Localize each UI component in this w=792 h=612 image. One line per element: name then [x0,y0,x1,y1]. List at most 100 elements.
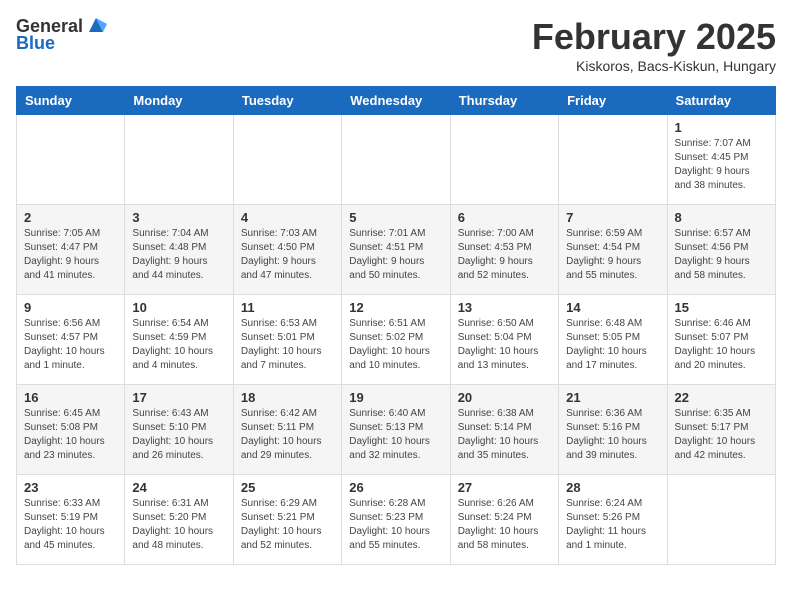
day-number: 12 [349,300,442,315]
day-info: Sunrise: 6:50 AM Sunset: 5:04 PM Dayligh… [458,317,551,373]
column-header-sunday: Sunday [17,87,125,115]
day-number: 18 [241,390,334,405]
day-info: Sunrise: 7:07 AM Sunset: 4:45 PM Dayligh… [675,137,768,193]
calendar-week-row: 16 Sunrise: 6:45 AM Sunset: 5:08 PM Dayli… [17,385,776,475]
day-number: 2 [24,210,117,225]
column-header-monday: Monday [125,87,233,115]
calendar-cell [559,115,667,205]
day-number: 10 [132,300,225,315]
column-header-friday: Friday [559,87,667,115]
day-info: Sunrise: 6:51 AM Sunset: 5:02 PM Dayligh… [349,317,442,373]
day-number: 19 [349,390,442,405]
page-header: General Blue February 2025 Kiskoros, Bac… [16,16,776,74]
day-number: 25 [241,480,334,495]
calendar-cell: 19 Sunrise: 6:40 AM Sunset: 5:13 PM Dayli… [342,385,450,475]
calendar-cell: 16 Sunrise: 6:45 AM Sunset: 5:08 PM Dayli… [17,385,125,475]
day-info: Sunrise: 6:54 AM Sunset: 4:59 PM Dayligh… [132,317,225,373]
day-number: 20 [458,390,551,405]
day-number: 26 [349,480,442,495]
day-number: 15 [675,300,768,315]
logo-icon [85,14,107,36]
day-info: Sunrise: 7:05 AM Sunset: 4:47 PM Dayligh… [24,227,117,283]
day-number: 22 [675,390,768,405]
calendar-cell [233,115,341,205]
calendar-cell: 4 Sunrise: 7:03 AM Sunset: 4:50 PM Daylig… [233,205,341,295]
calendar-cell: 14Sunrise: 6:48 AM Sunset: 5:05 PM Dayli… [559,295,667,385]
day-number: 8 [675,210,768,225]
column-header-wednesday: Wednesday [342,87,450,115]
day-info: Sunrise: 6:24 AM Sunset: 5:26 PM Dayligh… [566,497,659,553]
day-info: Sunrise: 7:03 AM Sunset: 4:50 PM Dayligh… [241,227,334,283]
day-info: Sunrise: 6:53 AM Sunset: 5:01 PM Dayligh… [241,317,334,373]
day-info: Sunrise: 6:26 AM Sunset: 5:24 PM Dayligh… [458,497,551,553]
calendar-week-row: 23 Sunrise: 6:33 AM Sunset: 5:19 PM Dayli… [17,475,776,565]
calendar-cell: 11Sunrise: 6:53 AM Sunset: 5:01 PM Dayli… [233,295,341,385]
calendar-cell: 10 Sunrise: 6:54 AM Sunset: 4:59 PM Dayli… [125,295,233,385]
calendar-cell: 17 Sunrise: 6:43 AM Sunset: 5:10 PM Dayli… [125,385,233,475]
calendar-cell: 2 Sunrise: 7:05 AM Sunset: 4:47 PM Daylig… [17,205,125,295]
day-info: Sunrise: 6:35 AM Sunset: 5:17 PM Dayligh… [675,407,768,463]
column-header-saturday: Saturday [667,87,775,115]
calendar-cell: 8 Sunrise: 6:57 AM Sunset: 4:56 PM Daylig… [667,205,775,295]
calendar-subtitle: Kiskoros, Bacs-Kiskun, Hungary [532,58,776,74]
calendar-cell: 24 Sunrise: 6:31 AM Sunset: 5:20 PM Dayli… [125,475,233,565]
day-number: 28 [566,480,659,495]
day-info: Sunrise: 6:33 AM Sunset: 5:19 PM Dayligh… [24,497,117,553]
day-info: Sunrise: 6:59 AM Sunset: 4:54 PM Dayligh… [566,227,659,283]
column-header-thursday: Thursday [450,87,558,115]
day-info: Sunrise: 6:36 AM Sunset: 5:16 PM Dayligh… [566,407,659,463]
calendar-table: SundayMondayTuesdayWednesdayThursdayFrid… [16,86,776,565]
calendar-cell: 5 Sunrise: 7:01 AM Sunset: 4:51 PM Daylig… [342,205,450,295]
logo: General Blue [16,16,107,54]
calendar-cell: 15 Sunrise: 6:46 AM Sunset: 5:07 PM Dayli… [667,295,775,385]
day-info: Sunrise: 6:40 AM Sunset: 5:13 PM Dayligh… [349,407,442,463]
day-number: 6 [458,210,551,225]
calendar-cell: 7Sunrise: 6:59 AM Sunset: 4:54 PM Daylig… [559,205,667,295]
day-info: Sunrise: 7:04 AM Sunset: 4:48 PM Dayligh… [132,227,225,283]
day-info: Sunrise: 6:46 AM Sunset: 5:07 PM Dayligh… [675,317,768,373]
calendar-cell [17,115,125,205]
day-number: 27 [458,480,551,495]
column-header-tuesday: Tuesday [233,87,341,115]
day-number: 24 [132,480,225,495]
calendar-cell: 13 Sunrise: 6:50 AM Sunset: 5:04 PM Dayli… [450,295,558,385]
calendar-cell: 12 Sunrise: 6:51 AM Sunset: 5:02 PM Dayli… [342,295,450,385]
calendar-cell: 3 Sunrise: 7:04 AM Sunset: 4:48 PM Daylig… [125,205,233,295]
calendar-title: February 2025 [532,16,776,58]
calendar-cell: 25 Sunrise: 6:29 AM Sunset: 5:21 PM Dayli… [233,475,341,565]
day-number: 3 [132,210,225,225]
calendar-cell: 1Sunrise: 7:07 AM Sunset: 4:45 PM Daylig… [667,115,775,205]
calendar-cell [450,115,558,205]
day-info: Sunrise: 7:00 AM Sunset: 4:53 PM Dayligh… [458,227,551,283]
day-number: 21 [566,390,659,405]
day-info: Sunrise: 7:01 AM Sunset: 4:51 PM Dayligh… [349,227,442,283]
calendar-week-row: 2 Sunrise: 7:05 AM Sunset: 4:47 PM Daylig… [17,205,776,295]
day-number: 13 [458,300,551,315]
day-number: 5 [349,210,442,225]
day-info: Sunrise: 6:45 AM Sunset: 5:08 PM Dayligh… [24,407,117,463]
day-info: Sunrise: 6:43 AM Sunset: 5:10 PM Dayligh… [132,407,225,463]
title-section: February 2025 Kiskoros, Bacs-Kiskun, Hun… [532,16,776,74]
day-number: 23 [24,480,117,495]
calendar-cell: 23 Sunrise: 6:33 AM Sunset: 5:19 PM Dayli… [17,475,125,565]
calendar-cell: 9 Sunrise: 6:56 AM Sunset: 4:57 PM Daylig… [17,295,125,385]
day-number: 17 [132,390,225,405]
day-number: 16 [24,390,117,405]
day-number: 9 [24,300,117,315]
day-info: Sunrise: 6:29 AM Sunset: 5:21 PM Dayligh… [241,497,334,553]
calendar-cell: 26Sunrise: 6:28 AM Sunset: 5:23 PM Dayli… [342,475,450,565]
day-number: 4 [241,210,334,225]
calendar-week-row: 1Sunrise: 7:07 AM Sunset: 4:45 PM Daylig… [17,115,776,205]
calendar-cell [667,475,775,565]
logo-blue: Blue [16,33,55,54]
calendar-cell: 27 Sunrise: 6:26 AM Sunset: 5:24 PM Dayli… [450,475,558,565]
day-info: Sunrise: 6:38 AM Sunset: 5:14 PM Dayligh… [458,407,551,463]
day-info: Sunrise: 6:56 AM Sunset: 4:57 PM Dayligh… [24,317,117,373]
calendar-cell [125,115,233,205]
calendar-cell: 18Sunrise: 6:42 AM Sunset: 5:11 PM Dayli… [233,385,341,475]
day-info: Sunrise: 6:57 AM Sunset: 4:56 PM Dayligh… [675,227,768,283]
day-info: Sunrise: 6:31 AM Sunset: 5:20 PM Dayligh… [132,497,225,553]
calendar-cell [342,115,450,205]
calendar-header-row: SundayMondayTuesdayWednesdayThursdayFrid… [17,87,776,115]
calendar-cell: 21 Sunrise: 6:36 AM Sunset: 5:16 PM Dayli… [559,385,667,475]
